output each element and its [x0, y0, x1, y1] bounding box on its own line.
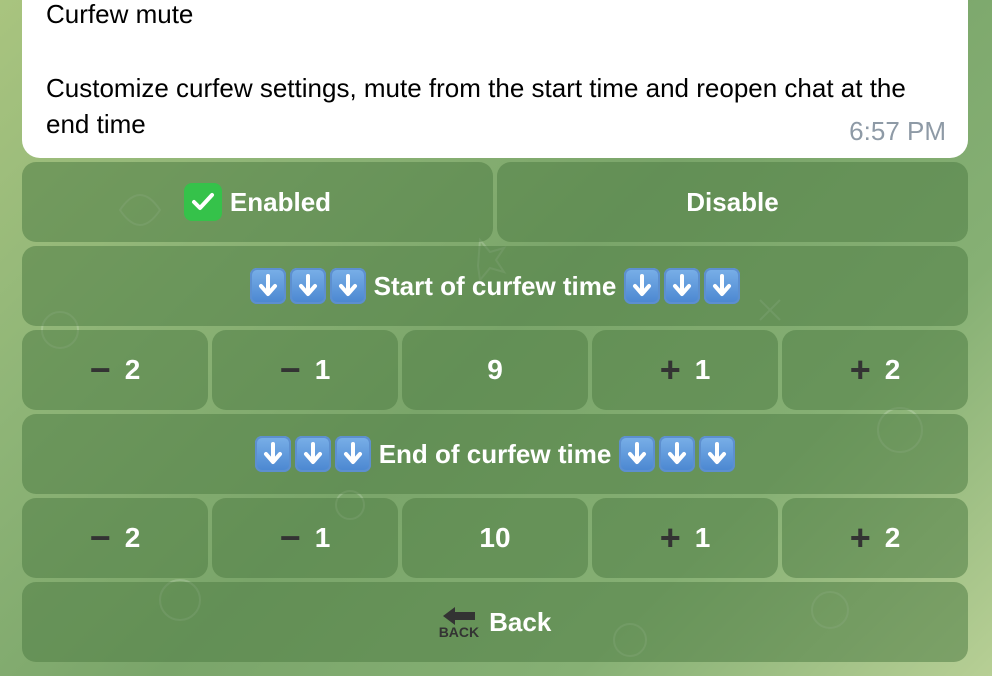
- start-curfew-label: Start of curfew time: [373, 270, 617, 301]
- down-arrow-icon: [329, 268, 366, 304]
- start-plus-2-value: 2: [884, 354, 901, 385]
- end-plus-2-button[interactable]: + 2: [782, 498, 968, 578]
- down-arrows-right: [624, 268, 741, 304]
- down-arrow-icon: [249, 268, 286, 304]
- down-arrow-icon: [624, 268, 661, 304]
- end-hour-value-button[interactable]: 10: [402, 498, 588, 578]
- back-button[interactable]: BACK Back: [22, 582, 968, 662]
- start-curfew-header-button[interactable]: Start of curfew time: [22, 246, 968, 326]
- plus-icon: +: [849, 517, 871, 558]
- message-body: Customize curfew settings, mute from the…: [46, 73, 906, 139]
- start-hour-value: 9: [487, 354, 503, 385]
- down-arrow-icon: [334, 436, 371, 472]
- message-bubble: Curfew mute Customize curfew settings, m…: [22, 0, 968, 158]
- back-icon-text: BACK: [438, 624, 480, 640]
- start-minus-1-button[interactable]: − 1: [212, 330, 398, 410]
- down-arrow-icon: [699, 436, 736, 472]
- end-hour-value: 10: [479, 522, 511, 553]
- start-plus-2-button[interactable]: + 2: [782, 330, 968, 410]
- plus-icon: +: [659, 517, 681, 558]
- keyboard-row-end-header: End of curfew time: [22, 414, 968, 494]
- minus-icon: −: [89, 349, 111, 390]
- check-mark-icon: [183, 183, 222, 221]
- plus-icon: +: [849, 349, 871, 390]
- inline-keyboard: Enabled Disable Start of curfew time − 2: [22, 162, 968, 666]
- enabled-button[interactable]: Enabled: [22, 162, 493, 242]
- end-plus-1-value: 1: [694, 522, 711, 553]
- end-minus-2-value: 2: [124, 522, 141, 553]
- start-hour-value-button[interactable]: 9: [402, 330, 588, 410]
- start-minus-1-value: 1: [314, 354, 331, 385]
- enabled-label: Enabled: [229, 186, 332, 217]
- back-arrow-icon: BACK: [439, 605, 479, 639]
- start-minus-2-value: 2: [124, 354, 141, 385]
- message-timestamp: 6:57 PM: [849, 116, 946, 146]
- down-arrow-icon: [704, 268, 741, 304]
- down-arrow-icon: [289, 268, 326, 304]
- down-arrow-icon: [254, 436, 291, 472]
- end-curfew-label: End of curfew time: [378, 438, 612, 469]
- plus-icon: +: [659, 349, 681, 390]
- back-label: Back: [489, 606, 552, 637]
- end-minus-2-button[interactable]: − 2: [22, 498, 208, 578]
- down-arrows-left: [249, 268, 366, 304]
- down-arrow-icon: [659, 436, 696, 472]
- keyboard-row-back: BACK Back: [22, 582, 968, 662]
- down-arrow-icon: [294, 436, 331, 472]
- end-plus-2-value: 2: [884, 522, 901, 553]
- disable-button[interactable]: Disable: [497, 162, 968, 242]
- minus-icon: −: [279, 349, 301, 390]
- keyboard-row-toggle: Enabled Disable: [22, 162, 968, 242]
- start-minus-2-button[interactable]: − 2: [22, 330, 208, 410]
- minus-icon: −: [89, 517, 111, 558]
- start-plus-1-button[interactable]: + 1: [592, 330, 778, 410]
- keyboard-row-start-adjust: − 2 − 1 9 + 1 + 2: [22, 330, 968, 410]
- end-curfew-header-button[interactable]: End of curfew time: [22, 414, 968, 494]
- down-arrows-right: [619, 436, 736, 472]
- down-arrow-icon: [664, 268, 701, 304]
- down-arrows-left: [254, 436, 371, 472]
- end-minus-1-button[interactable]: − 1: [212, 498, 398, 578]
- minus-icon: −: [279, 517, 301, 558]
- start-plus-1-value: 1: [694, 354, 711, 385]
- disable-label: Disable: [686, 186, 779, 217]
- keyboard-row-start-header: Start of curfew time: [22, 246, 968, 326]
- message-title: Curfew mute: [46, 0, 194, 29]
- keyboard-row-end-adjust: − 2 − 1 10 + 1 + 2: [22, 498, 968, 578]
- end-plus-1-button[interactable]: + 1: [592, 498, 778, 578]
- down-arrow-icon: [619, 436, 656, 472]
- end-minus-1-value: 1: [314, 522, 331, 553]
